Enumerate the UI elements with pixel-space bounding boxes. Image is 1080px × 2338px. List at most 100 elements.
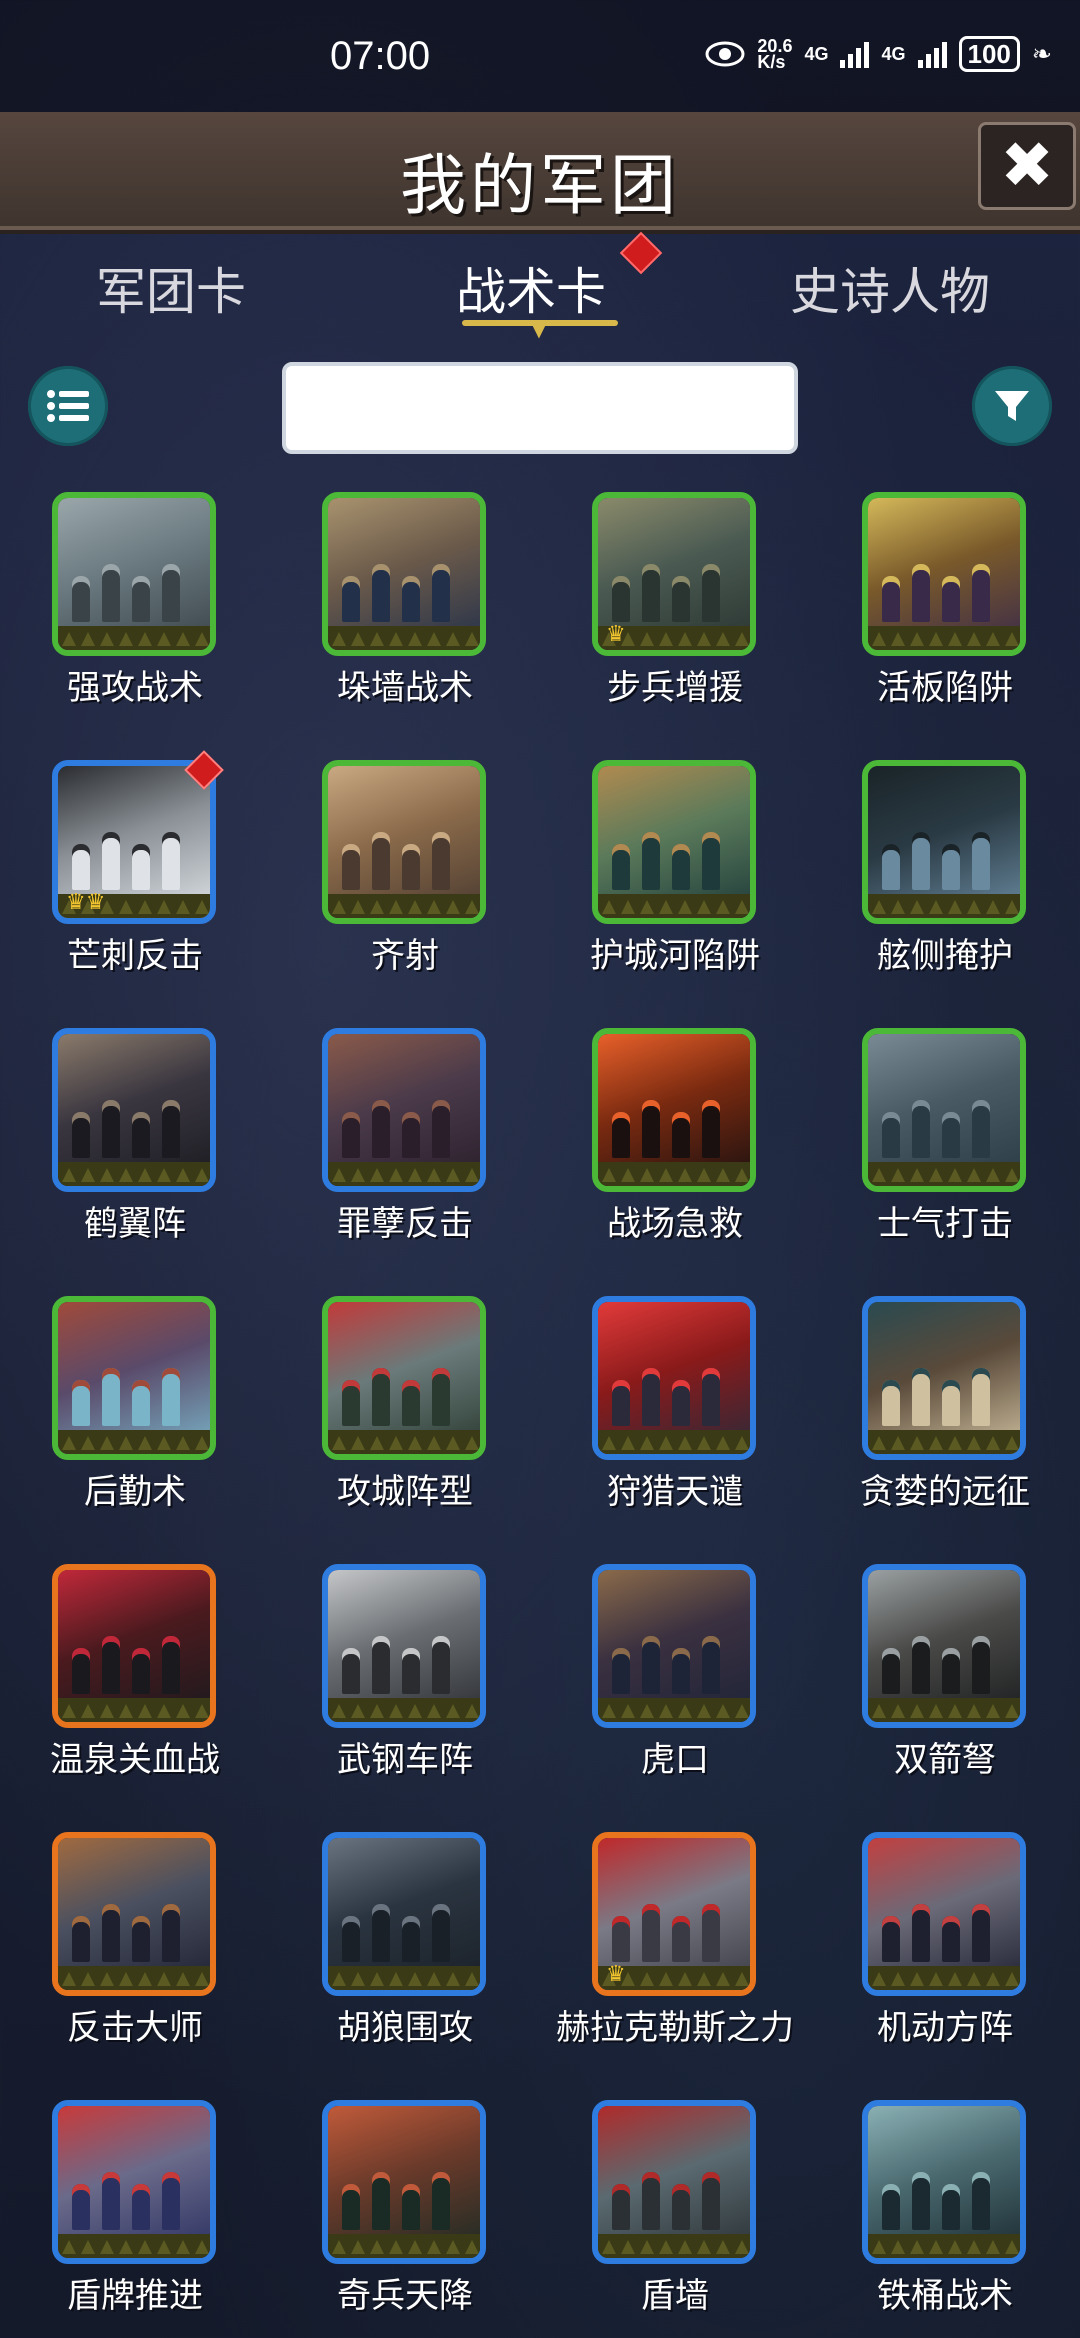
filter-button[interactable]	[972, 366, 1052, 446]
tactic-card[interactable]: 反击大师	[0, 1828, 270, 2096]
tab-tactic-cards[interactable]: 战术卡	[456, 252, 606, 324]
tactic-card[interactable]: 狩猎天谴	[540, 1292, 810, 1560]
soldier-figure	[642, 1904, 660, 1962]
tactic-card[interactable]: 后勤术	[0, 1292, 270, 1560]
soldier-figure	[912, 1636, 930, 1694]
tactic-card[interactable]: ♛♛ 芒刺反击	[0, 750, 270, 1024]
tactic-card[interactable]: ♛ 赫拉克勒斯之力	[540, 1828, 810, 2096]
card-rank-strip	[328, 1430, 480, 1454]
tab-active-chevron-icon: ▼	[531, 317, 547, 341]
status-icons: 20.6 K/s 4G 4G 100 ❧	[705, 36, 1052, 72]
tactic-card[interactable]: ♛ 步兵增援	[540, 488, 810, 756]
soldier-figure	[882, 1648, 900, 1694]
soldier-figure	[882, 1380, 900, 1426]
soldier-figure	[162, 1100, 180, 1158]
card-rank-strip	[58, 1966, 210, 1990]
page-title: 我的军团	[400, 147, 680, 224]
card-label: 盾牌推进	[67, 2276, 203, 2316]
card-rank-strip	[868, 1966, 1020, 1990]
soldier-figure	[432, 564, 450, 622]
card-label: 温泉关血战	[50, 1740, 220, 1780]
soldier-figure	[942, 1112, 960, 1158]
tactic-card[interactable]: 胡狼围攻	[270, 1828, 540, 2096]
soldier-figure	[162, 832, 180, 890]
tactic-card[interactable]: 温泉关血战	[0, 1560, 270, 1828]
soldier-figure	[642, 1100, 660, 1158]
tactic-card[interactable]: 护城河陷阱	[540, 756, 810, 1024]
card-frame	[592, 760, 756, 924]
card-rank-strip	[58, 1430, 210, 1454]
soldier-figure	[672, 1916, 690, 1962]
soldier-figure	[912, 2172, 930, 2230]
soldier-figure	[672, 1648, 690, 1694]
tactic-card[interactable]: 盾墙	[540, 2096, 810, 2338]
card-label: 奇兵天降	[337, 2276, 473, 2316]
tactic-card[interactable]: 奇兵天降	[270, 2096, 540, 2338]
tactic-card[interactable]: 舷侧掩护	[810, 756, 1080, 1024]
soldier-figure	[162, 1904, 180, 1962]
soldier-figure	[672, 1380, 690, 1426]
soldier-figure	[702, 1904, 720, 1962]
tactic-card[interactable]: 武钢车阵	[270, 1560, 540, 1828]
soldier-figure	[372, 832, 390, 890]
soldier-figure	[702, 832, 720, 890]
tactic-card[interactable]: 齐射	[270, 756, 540, 1024]
card-frame	[52, 492, 216, 656]
tab-epic-characters[interactable]: 史诗人物	[790, 252, 990, 324]
close-button[interactable]: ✖	[978, 122, 1076, 210]
search-input[interactable]	[282, 362, 798, 454]
tactic-card[interactable]: 贪婪的远征	[810, 1292, 1080, 1560]
card-label: 强攻战术	[67, 668, 203, 708]
tactic-card[interactable]: 双箭弩	[810, 1560, 1080, 1828]
tactic-card[interactable]: 士气打击	[810, 1024, 1080, 1292]
soldier-figure	[72, 1648, 90, 1694]
soldier-figure	[972, 1100, 990, 1158]
card-frame	[322, 1564, 486, 1728]
header-bar: 我的军团	[0, 112, 1080, 234]
soldier-figure	[372, 1100, 390, 1158]
tactic-card[interactable]: 盾牌推进	[0, 2096, 270, 2338]
soldier-figure	[132, 2184, 150, 2230]
soldier-figure	[432, 1368, 450, 1426]
net1-label: 4G	[804, 43, 829, 64]
tactic-card[interactable]: 垛墙战术	[270, 488, 540, 756]
soldier-figure	[612, 1380, 630, 1426]
tactic-card[interactable]: 活板陷阱	[810, 488, 1080, 756]
crown-icon: ♛	[606, 1962, 626, 1987]
tactic-card[interactable]: 铁桶战术	[810, 2096, 1080, 2338]
close-icon: ✖	[1000, 129, 1054, 203]
soldier-figure	[402, 1380, 420, 1426]
tactic-card[interactable]: 罪孽反击	[270, 1024, 540, 1292]
tactic-card[interactable]: 强攻战术	[0, 488, 270, 756]
tactic-card[interactable]: 虎口	[540, 1560, 810, 1828]
soldier-figure	[132, 576, 150, 622]
card-label: 齐射	[371, 936, 439, 976]
tactic-card[interactable]: 战场急救	[540, 1024, 810, 1292]
card-frame	[322, 1028, 486, 1192]
eye-icon	[705, 41, 745, 67]
card-label: 垛墙战术	[337, 668, 473, 708]
soldier-figure	[432, 1904, 450, 1962]
soldier-figure	[342, 844, 360, 890]
soldier-figure	[642, 564, 660, 622]
tab-legion-cards[interactable]: 军团卡	[96, 252, 246, 324]
card-frame	[52, 1296, 216, 1460]
crown-icon: ♛♛	[66, 890, 106, 915]
soldier-figure	[942, 2184, 960, 2230]
soldier-figure	[882, 844, 900, 890]
card-label: 战场急救	[607, 1204, 743, 1244]
soldier-figure	[72, 1380, 90, 1426]
tactic-card[interactable]: 鹤翼阵	[0, 1024, 270, 1292]
soldier-figure	[612, 1916, 630, 1962]
card-label: 后勤术	[84, 1472, 186, 1512]
tactic-card[interactable]: 攻城阵型	[270, 1292, 540, 1560]
card-label: 活板陷阱	[877, 668, 1013, 708]
network-speed: 20.6 K/s	[757, 36, 793, 72]
tactic-card[interactable]: 机动方阵	[810, 1828, 1080, 2096]
soldier-figure	[72, 1916, 90, 1962]
soldier-figure	[162, 1636, 180, 1694]
card-label: 虎口	[641, 1740, 709, 1780]
soldier-figure	[102, 1904, 120, 1962]
list-view-button[interactable]	[28, 366, 108, 446]
card-label: 机动方阵	[877, 2008, 1013, 2048]
